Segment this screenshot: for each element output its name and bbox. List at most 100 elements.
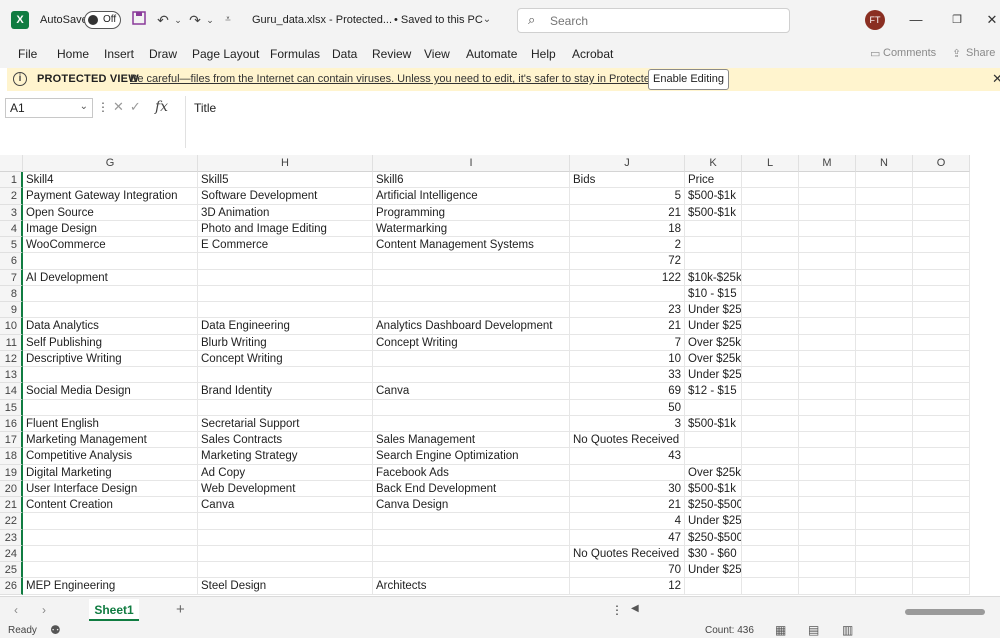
table-cell[interactable] — [742, 350, 799, 367]
select-all-corner[interactable] — [0, 155, 23, 172]
table-cell[interactable]: AI Development — [23, 269, 198, 286]
undo-dropdown-icon[interactable]: ⌄ — [169, 11, 187, 29]
table-cell[interactable] — [799, 432, 856, 449]
table-cell[interactable] — [198, 269, 373, 286]
table-cell[interactable]: Over $25k — [685, 464, 742, 481]
table-cell[interactable]: Price — [685, 172, 742, 189]
table-cell[interactable]: Content Creation — [23, 497, 198, 514]
row-header[interactable]: 24 — [0, 545, 23, 562]
table-cell[interactable] — [198, 513, 373, 530]
table-cell[interactable] — [913, 464, 970, 481]
table-cell[interactable] — [373, 285, 570, 302]
table-cell[interactable] — [685, 432, 742, 449]
table-cell[interactable] — [913, 220, 970, 237]
table-cell[interactable] — [913, 188, 970, 205]
table-cell[interactable] — [856, 399, 913, 416]
table-cell[interactable]: $500-$1k — [685, 188, 742, 205]
tab-file[interactable]: File — [18, 47, 37, 61]
table-cell[interactable]: 3 — [570, 415, 685, 432]
table-cell[interactable] — [799, 497, 856, 514]
tab-acrobat[interactable]: Acrobat — [572, 47, 613, 61]
table-cell[interactable]: Facebook Ads — [373, 464, 570, 481]
table-cell[interactable]: Data Engineering — [198, 318, 373, 335]
table-cell[interactable] — [856, 220, 913, 237]
table-cell[interactable] — [799, 399, 856, 416]
table-cell[interactable] — [373, 350, 570, 367]
table-cell[interactable] — [742, 302, 799, 319]
table-cell[interactable]: WooCommerce — [23, 237, 198, 254]
table-cell[interactable] — [799, 545, 856, 562]
table-cell[interactable] — [23, 302, 198, 319]
table-cell[interactable] — [799, 350, 856, 367]
table-cell[interactable]: 72 — [570, 253, 685, 270]
table-cell[interactable] — [742, 480, 799, 497]
table-cell[interactable] — [373, 545, 570, 562]
table-cell[interactable] — [799, 480, 856, 497]
table-cell[interactable]: Software Development — [198, 188, 373, 205]
table-cell[interactable]: Watermarking — [373, 220, 570, 237]
table-cell[interactable] — [373, 269, 570, 286]
table-cell[interactable]: Marketing Management — [23, 432, 198, 449]
table-cell[interactable]: 12 — [570, 578, 685, 595]
normal-view-icon[interactable]: ▦ — [775, 623, 786, 637]
row-header[interactable]: 18 — [0, 448, 23, 465]
table-cell[interactable]: 3D Animation — [198, 204, 373, 221]
table-cell[interactable]: 5 — [570, 188, 685, 205]
table-cell[interactable]: Web Development — [198, 480, 373, 497]
column-header[interactable]: I — [373, 155, 570, 172]
table-cell[interactable] — [23, 545, 198, 562]
column-header[interactable]: K — [685, 155, 742, 172]
table-cell[interactable] — [373, 415, 570, 432]
table-cell[interactable] — [198, 529, 373, 546]
row-header[interactable]: 19 — [0, 464, 23, 481]
row-header[interactable]: 6 — [0, 253, 23, 270]
table-cell[interactable] — [856, 237, 913, 254]
restore-icon[interactable]: ❐ — [949, 12, 965, 28]
table-cell[interactable] — [856, 302, 913, 319]
column-header[interactable]: H — [198, 155, 373, 172]
avatar[interactable]: FT — [865, 10, 885, 30]
table-cell[interactable] — [856, 578, 913, 595]
table-cell[interactable] — [913, 529, 970, 546]
table-cell[interactable] — [799, 513, 856, 530]
customize-toolbar-icon[interactable]: ⩡ — [219, 11, 237, 29]
table-cell[interactable] — [799, 383, 856, 400]
table-cell[interactable]: $500-$1k — [685, 204, 742, 221]
table-cell[interactable]: Steel Design — [198, 578, 373, 595]
table-cell[interactable] — [913, 367, 970, 384]
table-cell[interactable]: Open Source — [23, 204, 198, 221]
save-icon[interactable] — [130, 11, 148, 29]
table-cell[interactable] — [742, 367, 799, 384]
table-cell[interactable]: Search Engine Optimization — [373, 448, 570, 465]
table-cell[interactable]: Over $25k — [685, 334, 742, 351]
row-header[interactable]: 20 — [0, 480, 23, 497]
table-cell[interactable] — [799, 269, 856, 286]
table-cell[interactable] — [23, 562, 198, 579]
table-cell[interactable]: Skill4 — [23, 172, 198, 189]
page-layout-view-icon[interactable]: ▤ — [808, 623, 819, 637]
table-cell[interactable]: Blurb Writing — [198, 334, 373, 351]
table-cell[interactable] — [742, 318, 799, 335]
search-box[interactable]: ⌕ — [517, 8, 790, 33]
spreadsheet-grid[interactable]: GHIJKLMNO 1 Skill4 Skill5 Skill6 Bids Price 2 P… — [0, 155, 1000, 595]
tab-home[interactable]: Home — [57, 47, 89, 61]
tab-formulas[interactable]: Formulas — [270, 47, 320, 61]
table-cell[interactable] — [742, 578, 799, 595]
row-header[interactable]: 23 — [0, 529, 23, 546]
row-header[interactable]: 17 — [0, 432, 23, 449]
table-cell[interactable] — [799, 448, 856, 465]
table-cell[interactable] — [799, 318, 856, 335]
table-cell[interactable] — [198, 399, 373, 416]
table-cell[interactable] — [373, 513, 570, 530]
chevron-down-icon[interactable]: ⌄ — [80, 101, 88, 112]
accessibility-icon[interactable]: ⚉ — [50, 623, 61, 637]
table-cell[interactable] — [373, 302, 570, 319]
more-options-icon[interactable]: ⋮ — [611, 603, 623, 617]
table-cell[interactable] — [742, 529, 799, 546]
column-header[interactable]: N — [856, 155, 913, 172]
table-cell[interactable]: Photo and Image Editing — [198, 220, 373, 237]
column-header[interactable]: O — [913, 155, 970, 172]
table-cell[interactable]: $30 - $60 — [685, 545, 742, 562]
table-cell[interactable]: $250-$500 — [685, 529, 742, 546]
table-cell[interactable] — [913, 399, 970, 416]
